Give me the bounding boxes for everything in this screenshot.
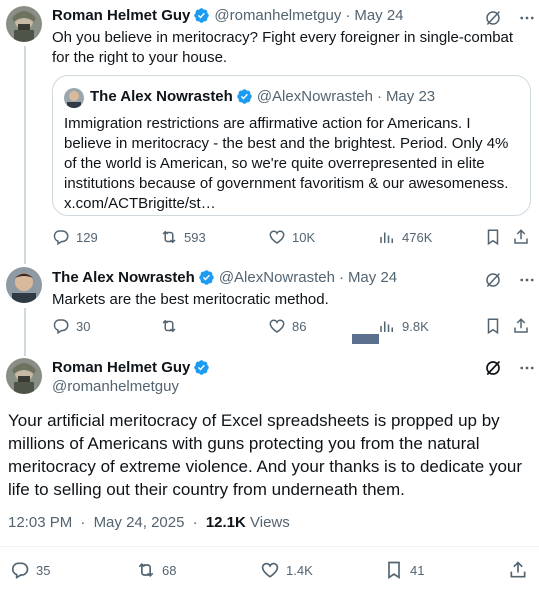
share-button[interactable] <box>512 317 536 335</box>
reply-count: 129 <box>76 229 98 245</box>
reply-icon <box>52 317 76 335</box>
tweet-text: Oh you believe in meritocracy? Fight eve… <box>52 29 514 66</box>
repost-count: 68 <box>162 562 177 578</box>
heart-icon <box>268 317 292 335</box>
reply-count: 30 <box>76 318 91 334</box>
tweet-controls <box>484 359 536 377</box>
tweet-time[interactable]: 12:03 PM <box>8 514 72 531</box>
separator: · <box>376 88 382 105</box>
bookmark-icon <box>484 317 508 335</box>
heart-icon <box>268 228 292 246</box>
author-name[interactable]: The Alex Nowrasteh <box>52 269 195 286</box>
share-button[interactable] <box>512 228 536 246</box>
views-count: 476K <box>402 229 433 245</box>
action-bar: 129 593 10K 476K <box>0 228 539 250</box>
more-icon[interactable] <box>518 359 536 377</box>
tweet-meta: 12:03 PM · May 24, 2025 · 12.1K Views <box>8 514 290 531</box>
reply-icon <box>52 228 76 246</box>
share-button[interactable] <box>508 560 534 580</box>
verified-badge-icon <box>193 359 210 376</box>
bookmark-icon <box>484 228 508 246</box>
grok-icon[interactable] <box>484 9 502 27</box>
tweet-header: Roman Helmet Guy <box>52 359 214 376</box>
reply-button[interactable]: 129 <box>52 228 98 246</box>
separator: · <box>345 7 351 24</box>
like-button[interactable]: 1.4K <box>260 560 313 580</box>
more-icon[interactable] <box>518 9 536 27</box>
author-name[interactable]: Roman Helmet Guy <box>52 7 190 24</box>
author-handle[interactable]: @romanhelmetguy <box>52 378 179 395</box>
tweet-date: May 23 <box>385 88 436 105</box>
like-button[interactable]: 86 <box>268 317 306 335</box>
reply-icon <box>10 560 36 580</box>
like-button[interactable]: 10K <box>268 228 315 246</box>
more-icon[interactable] <box>518 271 536 289</box>
tweet-date[interactable]: May 24 <box>348 269 397 286</box>
grok-icon[interactable] <box>484 359 502 377</box>
views-icon <box>378 228 402 246</box>
tweet-header: Roman Helmet Guy @romanhelmetguy · May 2… <box>52 7 404 24</box>
views-button[interactable]: 9.8K <box>378 317 429 335</box>
author-name: The Alex Nowrasteh <box>90 88 233 105</box>
tweet-date[interactable]: May 24, 2025 <box>94 514 185 531</box>
like-count: 1.4K <box>286 562 313 578</box>
bookmark-button[interactable] <box>484 317 508 335</box>
avatar[interactable] <box>6 358 42 394</box>
author-name[interactable]: Roman Helmet Guy <box>52 359 190 376</box>
views-count: 9.8K <box>402 318 429 334</box>
separator: · <box>338 269 344 286</box>
repost-icon <box>136 560 162 580</box>
author-handle[interactable]: @AlexNowrasteh <box>219 269 335 286</box>
verified-badge-icon <box>198 269 215 286</box>
like-count: 86 <box>292 318 307 334</box>
reply-count: 35 <box>36 562 51 578</box>
quoted-tweet[interactable]: The Alex Nowrasteh @AlexNowrasteh · May … <box>52 75 531 216</box>
reply-button[interactable]: 35 <box>10 560 50 580</box>
tweet-controls <box>484 271 536 289</box>
author-handle: @AlexNowrasteh <box>256 88 373 105</box>
action-bar: 30 86 9.8K <box>0 317 539 339</box>
bookmark-icon <box>384 560 410 580</box>
separator: · <box>192 514 198 531</box>
tweet-text: Your artificial meritocracy of Excel spr… <box>8 411 523 499</box>
share-icon <box>512 228 536 246</box>
views-button[interactable]: 476K <box>378 228 432 246</box>
tweet-date[interactable]: May 24 <box>354 7 403 24</box>
tweet-text: Markets are the best meritocratic method… <box>52 291 329 308</box>
tweet-header: The Alex Nowrasteh @AlexNowrasteh · May … <box>52 269 397 286</box>
reply-button[interactable]: 30 <box>52 317 90 335</box>
bookmark-button[interactable]: 41 <box>384 560 424 580</box>
bookmark-count: 41 <box>410 562 425 578</box>
repost-icon <box>160 317 184 335</box>
author-handle[interactable]: @romanhelmetguy <box>214 7 341 24</box>
repost-button[interactable]: 68 <box>136 560 176 580</box>
avatar[interactable] <box>6 6 42 42</box>
share-icon <box>512 317 536 335</box>
redaction-box <box>352 334 379 344</box>
separator: · <box>80 514 86 531</box>
bookmark-button[interactable] <box>484 228 508 246</box>
grok-icon[interactable] <box>484 271 502 289</box>
views-count: 12.1K <box>205 514 246 531</box>
views-label: Views <box>250 514 290 531</box>
quoted-tweet-text: Immigration restrictions are affirmative… <box>64 115 509 212</box>
verified-badge-icon <box>236 88 253 105</box>
heart-icon <box>260 560 286 580</box>
divider <box>0 546 539 547</box>
repost-button[interactable] <box>160 317 184 335</box>
action-bar: 35 68 1.4K 41 <box>0 560 539 582</box>
avatar <box>64 88 84 108</box>
repost-button[interactable]: 593 <box>160 228 206 246</box>
repost-count: 593 <box>184 229 206 245</box>
like-count: 10K <box>292 229 316 245</box>
tweet-controls <box>484 9 536 27</box>
avatar[interactable] <box>6 267 42 303</box>
tweet-subheader: @romanhelmetguy <box>52 378 179 395</box>
views-icon <box>378 317 402 335</box>
repost-icon <box>160 228 184 246</box>
share-icon <box>508 560 534 580</box>
verified-badge-icon <box>193 7 210 24</box>
quoted-tweet-header: The Alex Nowrasteh @AlexNowrasteh · May … <box>90 88 435 105</box>
